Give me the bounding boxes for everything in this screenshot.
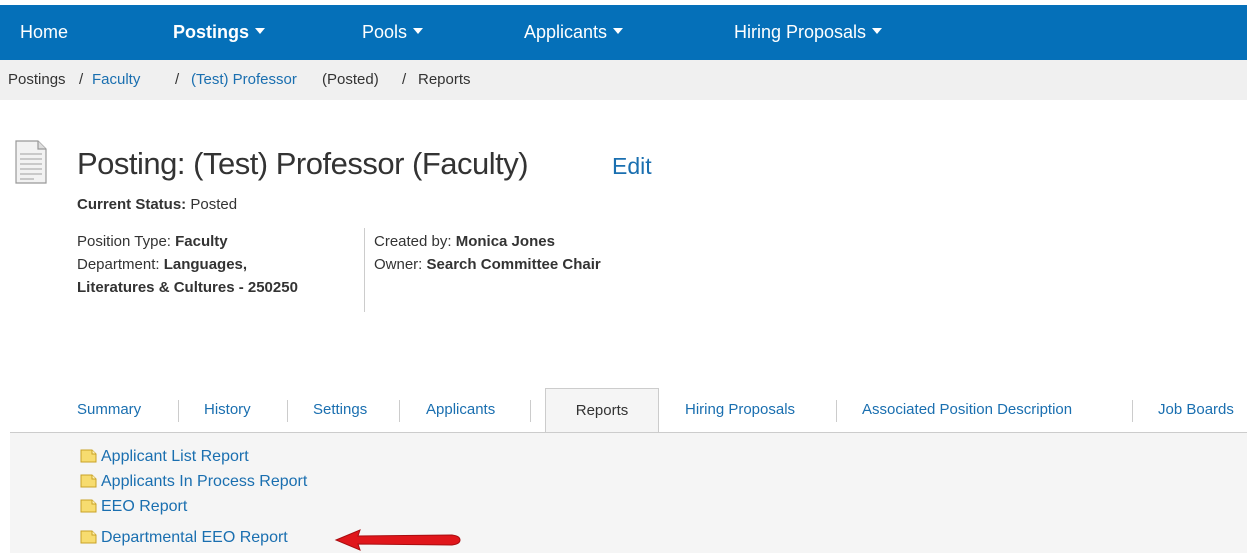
current-status: Current Status: Posted xyxy=(77,196,237,213)
nav-applicants-label: Applicants xyxy=(524,22,608,42)
tab-applicants[interactable]: Applicants xyxy=(426,388,495,432)
tab-associated-position-description[interactable]: Associated Position Description xyxy=(862,388,1072,432)
breadcrumb-reports: Reports xyxy=(418,71,471,88)
department-value-2: Literatures & Cultures - 250250 xyxy=(77,279,298,296)
department: Department: Languages, xyxy=(77,253,247,276)
tab-history[interactable]: History xyxy=(204,388,251,432)
report-label: Departmental EEO Report xyxy=(101,529,288,546)
department-continued: Literatures & Cultures - 250250 xyxy=(77,276,298,299)
position-type-value: Faculty xyxy=(175,233,228,250)
nav-pools[interactable]: Pools xyxy=(362,5,424,60)
tab-divider xyxy=(530,400,531,422)
department-label: Department: xyxy=(77,256,160,273)
breadcrumb: Postings / Faculty / (Test) Professor (P… xyxy=(0,60,1247,100)
tab-divider xyxy=(1132,400,1133,422)
report-applicants-in-process[interactable]: Applicants In Process Report xyxy=(80,470,307,494)
report-icon xyxy=(80,499,97,513)
nav-postings[interactable]: Postings xyxy=(173,5,266,60)
nav-home[interactable]: Home xyxy=(20,5,68,60)
department-value-1: Languages, xyxy=(163,256,248,273)
report-label: Applicant List Report xyxy=(101,448,249,465)
nav-postings-label: Postings xyxy=(173,22,250,42)
status-value: Posted xyxy=(190,196,238,213)
edit-link[interactable]: Edit xyxy=(612,153,652,180)
tab-settings[interactable]: Settings xyxy=(313,388,367,432)
nav-hiring-proposals[interactable]: Hiring Proposals xyxy=(734,5,883,60)
nav-home-label: Home xyxy=(20,22,69,42)
breadcrumb-separator: / xyxy=(402,71,407,88)
status-label: Current Status: xyxy=(77,196,187,213)
breadcrumb-faculty[interactable]: Faculty xyxy=(92,60,140,100)
report-icon xyxy=(80,530,97,544)
page-title: Posting: (Test) Professor (Faculty) xyxy=(77,146,529,181)
caret-down-icon xyxy=(872,28,883,35)
report-icon xyxy=(80,449,97,463)
caret-down-icon xyxy=(613,28,624,35)
position-type-label: Position Type: xyxy=(77,233,171,250)
nav-applicants[interactable]: Applicants xyxy=(524,5,624,60)
caret-down-icon xyxy=(255,28,266,35)
tab-summary[interactable]: Summary xyxy=(77,388,141,432)
report-label: Applicants In Process Report xyxy=(101,473,308,490)
tab-divider xyxy=(178,400,179,422)
report-icon xyxy=(80,474,97,488)
top-navigation: Home Postings Pools Applicants Hiring Pr… xyxy=(0,5,1247,60)
nav-pools-label: Pools xyxy=(362,22,408,42)
report-applicant-list[interactable]: Applicant List Report xyxy=(80,445,249,469)
report-label: EEO Report xyxy=(101,498,188,515)
red-arrow-annotation-icon xyxy=(334,529,461,551)
posting-tabs: Summary History Settings Applicants Repo… xyxy=(0,388,1247,434)
report-departmental-eeo[interactable]: Departmental EEO Report xyxy=(80,526,288,550)
breadcrumb-posting[interactable]: (Test) Professor xyxy=(191,60,297,100)
details-divider xyxy=(364,228,365,312)
breadcrumb-separator: / xyxy=(79,71,84,88)
created-by-value: Monica Jones xyxy=(455,233,555,250)
tab-divider xyxy=(836,400,837,422)
created-by-label: Created by: xyxy=(374,233,452,250)
tab-job-boards[interactable]: Job Boards xyxy=(1158,388,1234,432)
created-by: Created by: Monica Jones xyxy=(374,230,555,253)
report-eeo[interactable]: EEO Report xyxy=(80,495,187,519)
document-icon xyxy=(15,140,47,184)
breadcrumb-posted-status: (Posted) xyxy=(322,71,379,88)
tab-hiring-proposals[interactable]: Hiring Proposals xyxy=(685,388,795,432)
breadcrumb-postings[interactable]: Postings xyxy=(8,60,66,100)
owner-label: Owner: xyxy=(374,256,423,273)
position-type: Position Type: Faculty xyxy=(77,230,228,253)
tab-divider xyxy=(287,400,288,422)
breadcrumb-separator: / xyxy=(175,71,180,88)
tab-divider xyxy=(399,400,400,422)
tab-reports[interactable]: Reports xyxy=(545,388,659,434)
owner: Owner: Search Committee Chair xyxy=(374,253,601,276)
nav-hiring-proposals-label: Hiring Proposals xyxy=(734,22,867,42)
caret-down-icon xyxy=(413,28,424,35)
owner-value: Search Committee Chair xyxy=(426,256,601,273)
